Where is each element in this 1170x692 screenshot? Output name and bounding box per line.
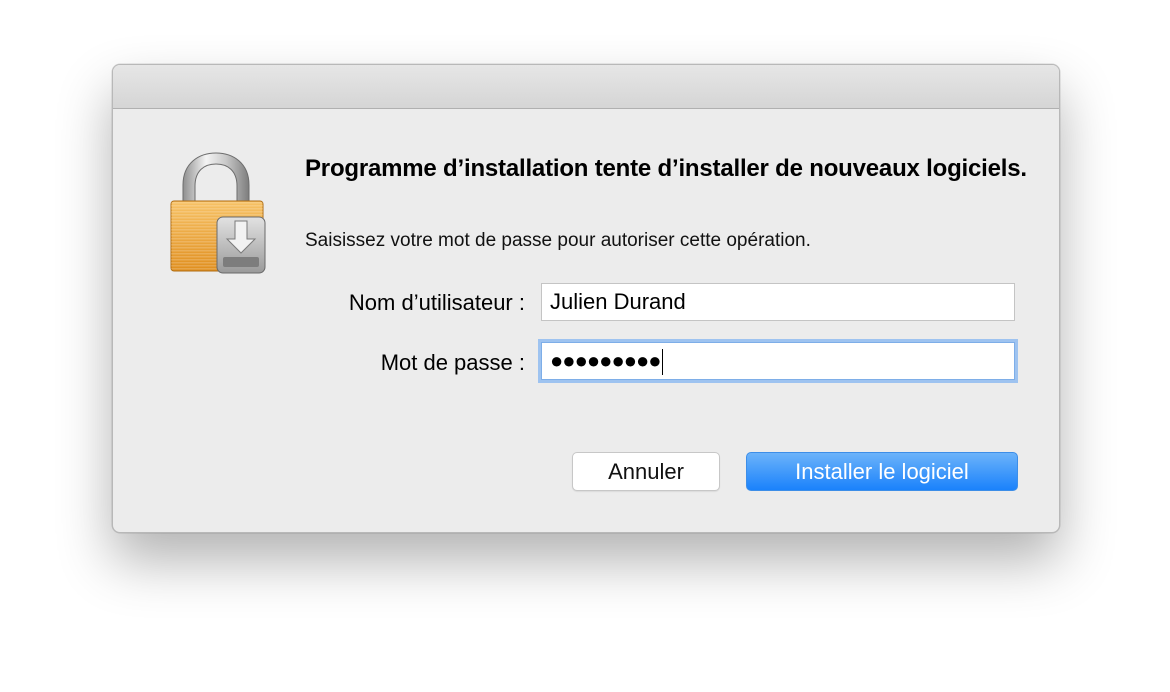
cancel-button[interactable]: Annuler [572,452,720,491]
text-caret [661,349,664,376]
lock-with-download-icon [169,151,269,277]
dialog-heading: Programme d’installation tente d’install… [305,155,1027,182]
authentication-dialog: Programme d’installation tente d’install… [112,64,1060,533]
install-software-button[interactable]: Installer le logiciel [746,452,1018,491]
username-field[interactable]: Julien Durand [541,283,1015,321]
username-label: Nom d’utilisateur : [348,290,525,315]
password-label: Mot de passe : [380,350,525,375]
dialog-titlebar[interactable] [113,65,1059,109]
password-masked-value: ●●●●●●●●● [550,348,662,373]
username-value: Julien Durand [550,289,686,314]
password-field[interactable]: ●●●●●●●●● [541,342,1015,380]
dialog-subtitle: Saisissez votre mot de passe pour autori… [305,230,811,251]
